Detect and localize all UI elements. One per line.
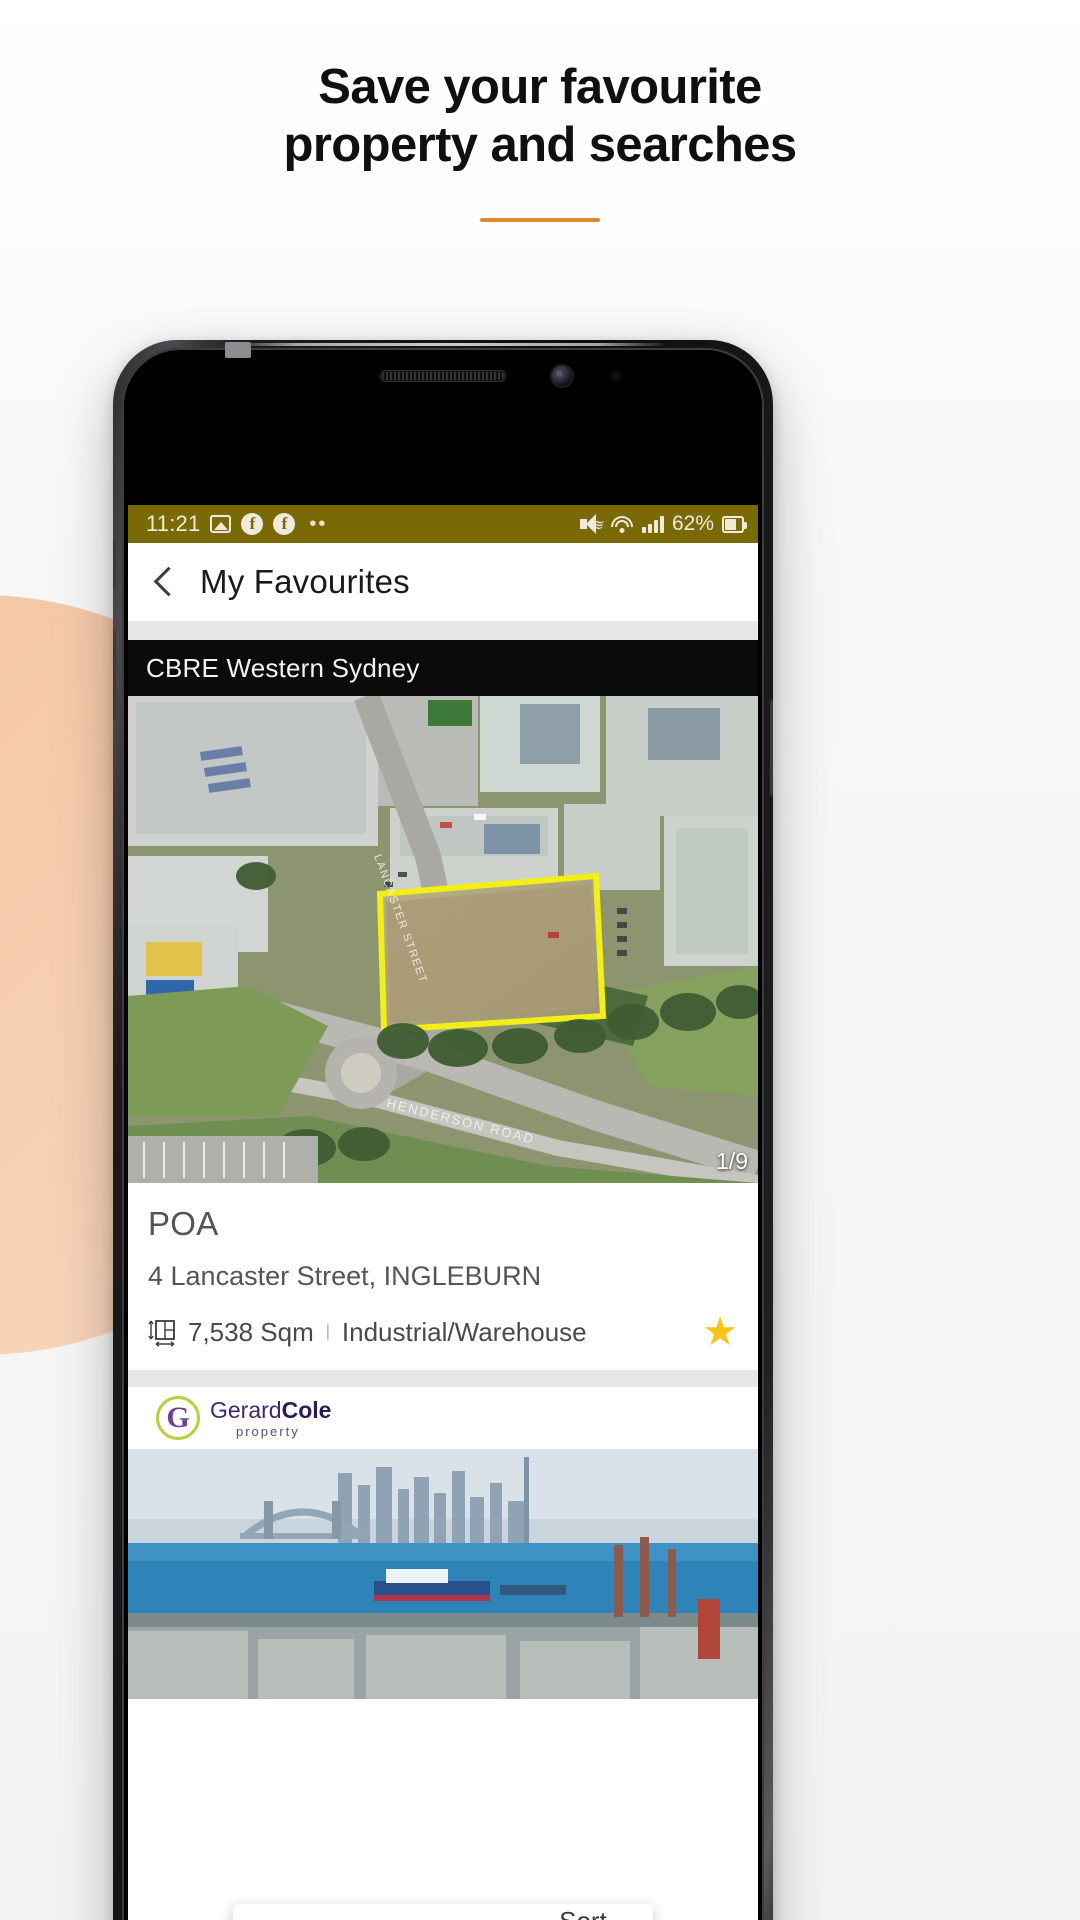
listing-type: Industrial/Warehouse [341,1316,587,1347]
toolbar-label-sort: Sort by [559,1906,639,1920]
accent-rule [480,218,600,222]
agency-tagline: property [236,1423,300,1439]
star-icon[interactable]: ★ [702,1312,738,1352]
listing-card-2[interactable]: G GerardCole property [128,1387,758,1699]
section-divider [128,621,758,640]
volume-up-button[interactable] [113,540,116,588]
floor-area-icon [148,1317,178,1347]
proximity-sensor [610,370,622,382]
back-chevron-icon[interactable] [150,568,178,596]
headline-line-1: Save your favourite [318,60,762,114]
status-bar-left: 11:21 f f •• [146,511,327,537]
battery-icon [722,515,747,533]
listing-address: 4 Lancaster Street, INGLEBURN [148,1261,542,1291]
gerardcole-logo-icon: G [156,1396,200,1440]
meta-separator: | [325,1323,330,1340]
photo-counter: 1/9 [716,1148,748,1174]
listing-photo[interactable]: LANCASTER STREET HENDERSON ROAD 1/9 [128,696,758,1183]
bottom-toolbar[interactable]: Map [233,1904,653,1920]
page-title: Save your favourite property and searche… [0,58,1080,174]
status-bar-right: ≋ 62% [579,512,747,536]
status-time: 11:21 [146,511,201,536]
agency-banner: CBRE Western Sydney [128,640,758,696]
phone-top-edge [233,343,663,346]
battery-percent-label: 62% [671,512,714,535]
listing-photo-2[interactable] [128,1449,758,1699]
app-bar: My Favourites [128,543,758,621]
earpiece-speaker [380,370,506,382]
signal-icon [641,515,664,533]
phone-device: 11:21 f f •• ≋ 62% My Favourites CBRE We… [113,340,773,1920]
toolbar-item-sort[interactable]: Sort by [528,1906,639,1920]
section-divider-2 [128,1370,758,1387]
phone-screen: 11:21 f f •• ≋ 62% My Favourites CBRE We… [128,505,758,1920]
more-dots-icon: •• [309,512,328,535]
agency-logo-text: GerardCole property [210,1396,332,1439]
agency-logo-row: G GerardCole property [128,1387,758,1449]
agency-name: GerardCole [210,1396,332,1423]
mute-icon: ≋ [579,514,603,534]
headline-line-2: property and searches [283,118,797,172]
harbour-photo [128,1449,758,1699]
facebook-icon: f [273,513,296,535]
phone-antenna-nub [225,342,251,358]
aerial-map-image: LANCASTER STREET HENDERSON ROAD [128,696,758,1183]
listing-meta-row: 7,538 Sqm | Industrial/Warehouse ★ [148,1312,738,1352]
listing-card[interactable]: CBRE Western Sydney LANCASTER STREET HEN… [128,640,758,1370]
listing-price: POA [148,1205,219,1242]
gallery-icon [210,515,232,533]
front-camera [550,364,574,388]
screen-title: My Favourites [200,562,410,600]
listing-area: 7,538 Sqm [188,1316,314,1347]
volume-down-button[interactable] [113,630,116,720]
status-bar: 11:21 f f •• ≋ 62% [128,505,758,543]
promo-page: Save your favourite property and searche… [0,0,1080,1920]
wifi-icon [610,515,634,533]
power-button[interactable] [770,700,773,796]
listing-info: POA 4 Lancaster Street, INGLEBURN 7,538 … [128,1183,758,1370]
facebook-icon: f [241,513,264,535]
